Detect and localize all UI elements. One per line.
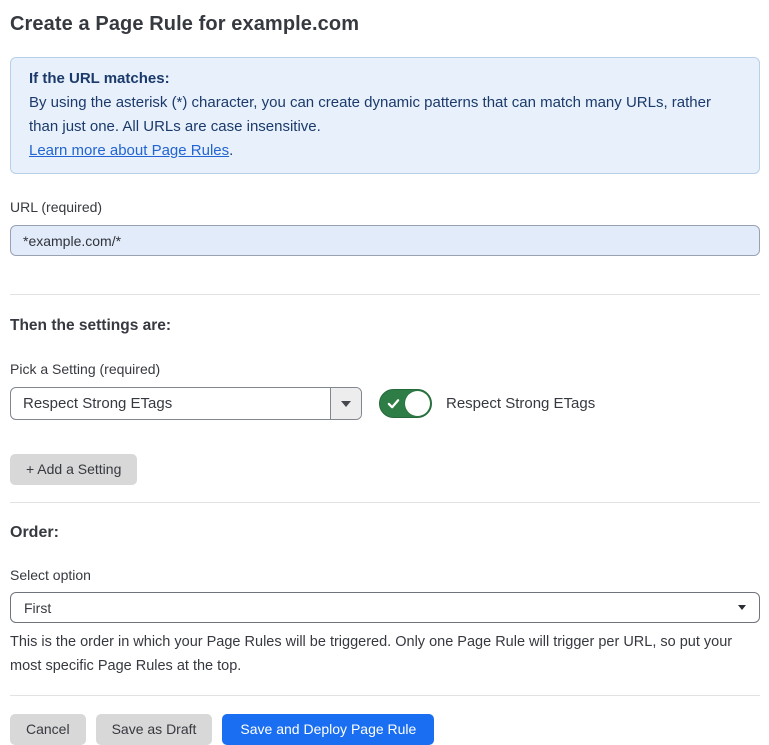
order-section-heading: Order: [10,523,760,542]
url-input[interactable] [10,225,760,256]
info-box-body: By using the asterisk (*) character, you… [29,91,741,139]
toggle-knob [405,391,430,416]
order-select-label: Select option [10,567,760,584]
settings-section-heading: Then the settings are: [10,316,760,335]
footer-divider [10,695,760,696]
caret-down-icon [341,401,351,407]
setting-select-value: Respect Strong ETags [11,388,330,419]
url-field-label: URL (required) [10,199,760,216]
page-title: Create a Page Rule for example.com [10,12,760,36]
learn-more-link[interactable]: Learn more about Page Rules [29,142,229,159]
respect-etags-toggle[interactable] [379,389,432,418]
save-draft-button[interactable]: Save as Draft [96,714,213,745]
form-actions: Cancel Save as Draft Save and Deploy Pag… [10,714,760,745]
caret-down-icon [738,605,746,610]
pick-setting-label: Pick a Setting (required) [10,361,760,378]
order-select[interactable]: First [10,592,760,623]
section-divider [10,502,760,503]
setting-select[interactable]: Respect Strong ETags [10,387,362,420]
save-deploy-button[interactable]: Save and Deploy Page Rule [222,714,434,745]
page-rule-form: Create a Page Rule for example.com If th… [0,0,769,745]
cancel-button[interactable]: Cancel [10,714,86,745]
toggle-label: Respect Strong ETags [446,395,595,412]
info-box-heading: If the URL matches: [29,67,741,91]
order-help-text: This is the order in which your Page Rul… [10,630,755,678]
setting-picker-row: Respect Strong ETags Respect Strong ETag… [10,387,760,420]
url-match-info-box: If the URL matches: By using the asteris… [10,57,760,174]
add-setting-button[interactable]: + Add a Setting [10,454,137,485]
setting-select-arrow-button[interactable] [330,388,361,419]
info-box-link-line: Learn more about Page Rules. [29,139,741,163]
order-select-value: First [24,600,738,616]
section-divider [10,294,760,295]
link-suffix: . [229,142,233,159]
check-icon [387,397,400,410]
